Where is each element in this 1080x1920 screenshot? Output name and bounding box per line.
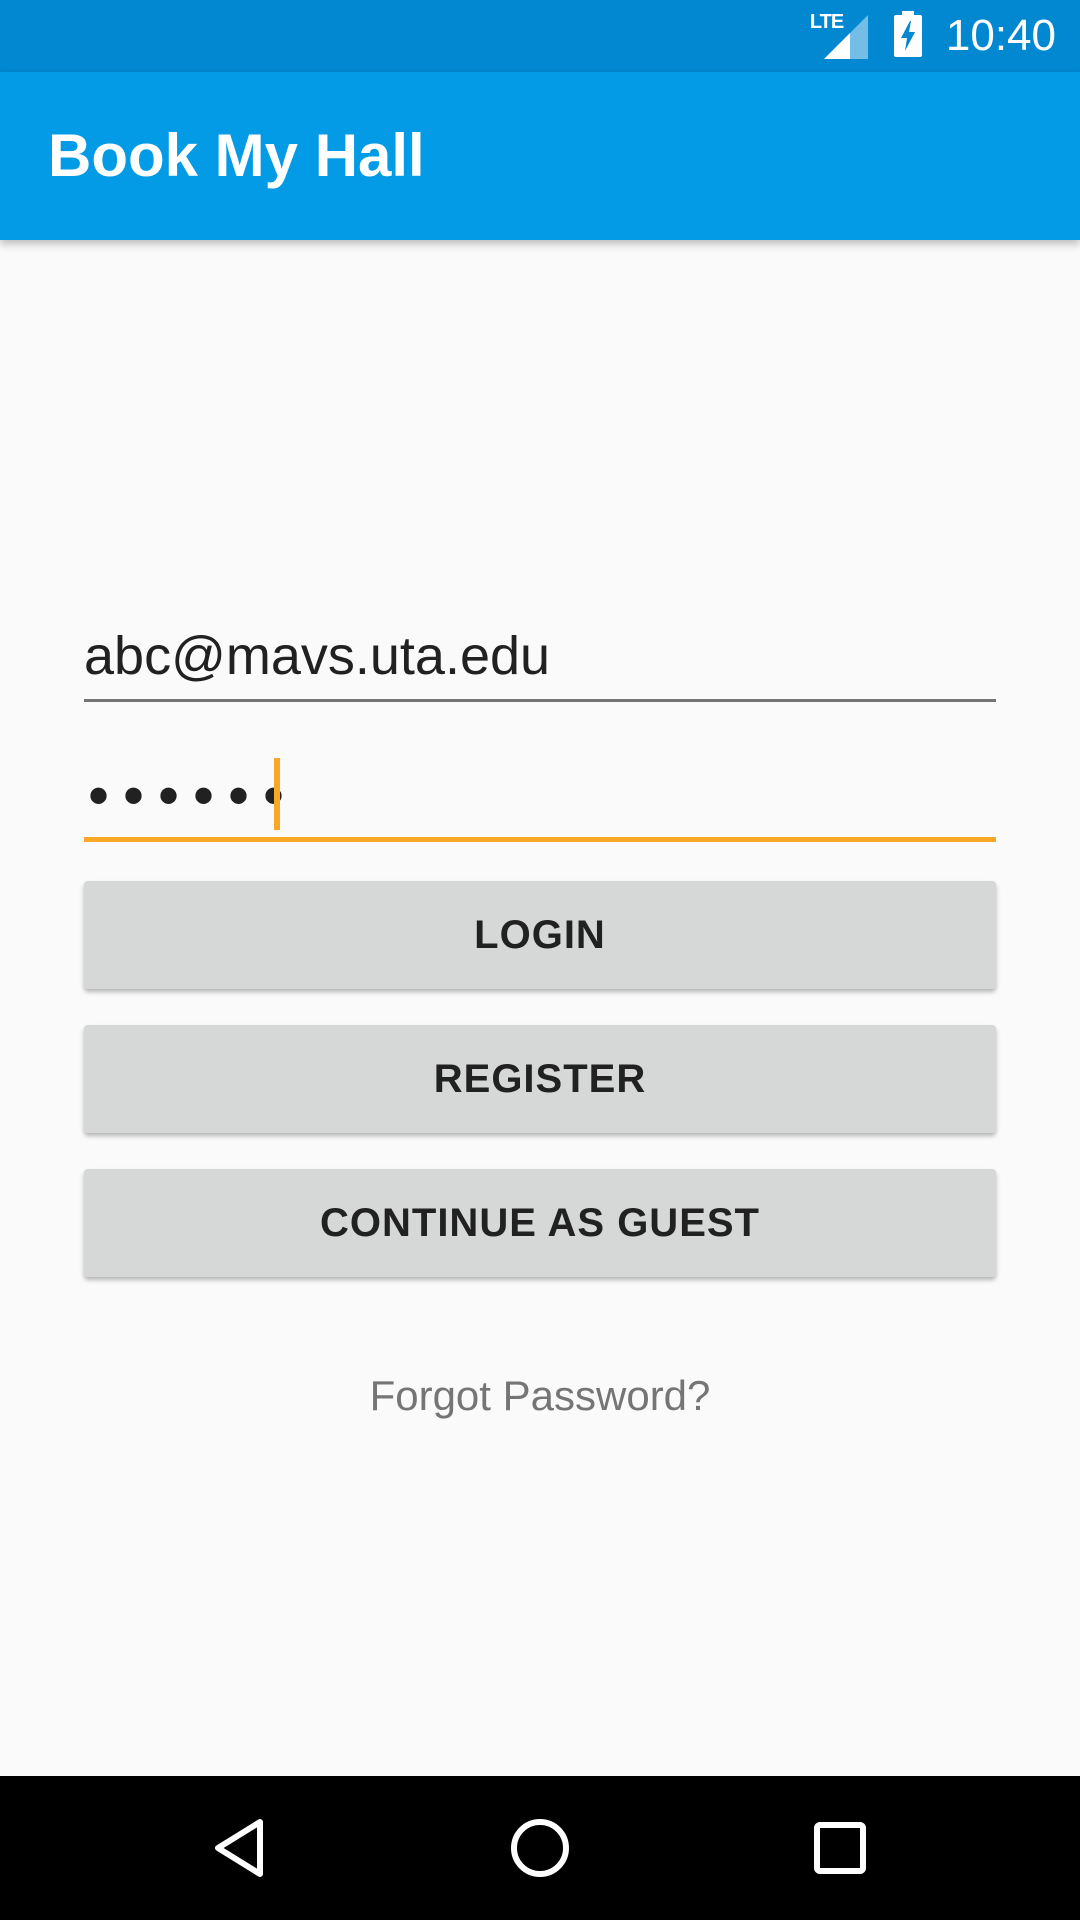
recents-icon	[814, 1822, 866, 1874]
home-button[interactable]	[460, 1776, 620, 1920]
continue-as-guest-button[interactable]: CONTINUE AS GUEST	[84, 1169, 996, 1277]
password-input-value[interactable]: ••••••	[88, 764, 298, 828]
battery-charging-icon	[893, 10, 922, 62]
home-icon	[511, 1819, 569, 1877]
password-field[interactable]: ••••••	[84, 752, 996, 842]
login-screen: LTE 10:40 Book My Hall abc@mavs.uta.edu …	[0, 0, 1080, 1920]
text-cursor	[274, 758, 280, 830]
status-time: 10:40	[945, 11, 1056, 60]
forgot-password-link[interactable]: Forgot Password?	[0, 1372, 1080, 1420]
password-underline	[84, 837, 996, 842]
email-field[interactable]: abc@mavs.uta.edu	[84, 618, 996, 702]
email-input-value[interactable]: abc@mavs.uta.edu	[84, 624, 550, 688]
navigation-bar	[0, 1776, 1080, 1920]
app-bar: Book My Hall	[0, 72, 1080, 240]
status-bar: LTE 10:40	[0, 0, 1080, 72]
back-button[interactable]	[160, 1776, 320, 1920]
register-button[interactable]: REGISTER	[84, 1025, 996, 1133]
status-icons: LTE 10:40	[810, 0, 1056, 72]
recents-button[interactable]	[760, 1776, 920, 1920]
lte-signal-icon: LTE	[809, 11, 868, 59]
app-title: Book My Hall	[48, 122, 425, 189]
email-underline	[84, 699, 996, 702]
back-icon	[215, 1819, 263, 1877]
login-button[interactable]: LOGIN	[84, 881, 996, 989]
network-type-label: LTE	[809, 11, 844, 33]
